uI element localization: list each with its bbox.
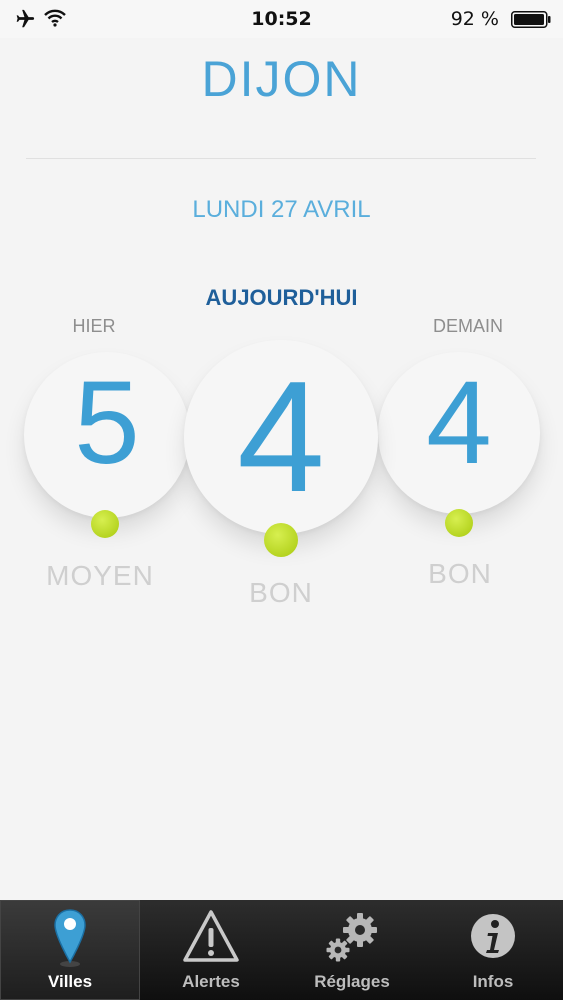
tab-infos[interactable]: Infos bbox=[423, 900, 563, 1000]
divider bbox=[26, 158, 536, 159]
tomorrow-index: 4 bbox=[426, 357, 492, 489]
tab-infos-label: Infos bbox=[472, 972, 514, 991]
tomorrow-label: DEMAIN bbox=[432, 316, 503, 336]
warning-icon bbox=[183, 910, 239, 962]
tomorrow-quality-dot bbox=[445, 509, 473, 537]
yesterday-index: 5 bbox=[74, 357, 140, 489]
tab-bar: Villes Alertes Réglages Infos bbox=[0, 900, 563, 1000]
tab-villes-label: Villes bbox=[47, 972, 93, 991]
tab-alertes[interactable]: Alertes bbox=[141, 900, 281, 1000]
battery-percent: 92 % bbox=[450, 8, 499, 30]
yesterday-label: HIER bbox=[72, 316, 116, 336]
yesterday-quality-dot bbox=[91, 510, 119, 538]
tomorrow-quality: BON bbox=[428, 558, 492, 589]
tab-reglages[interactable]: Réglages bbox=[282, 900, 422, 1000]
gear-icon bbox=[326, 913, 377, 962]
today-quality-dot bbox=[264, 523, 298, 557]
date-label: LUNDI 27 AVRIL bbox=[192, 196, 371, 223]
status-bar: 10:52 92 % bbox=[0, 0, 563, 38]
city-title: DIJON bbox=[201, 51, 362, 107]
today-label: AUJOURD'HUI bbox=[205, 285, 358, 310]
battery-icon bbox=[511, 11, 551, 28]
today-index: 4 bbox=[237, 349, 325, 525]
tab-alertes-label: Alertes bbox=[182, 972, 240, 991]
tab-villes[interactable]: Villes bbox=[0, 900, 140, 1000]
info-icon bbox=[471, 914, 515, 958]
yesterday-quality: MOYEN bbox=[46, 560, 154, 591]
today-quality: BON bbox=[249, 577, 313, 608]
map-pin-icon bbox=[54, 909, 86, 967]
tab-reglages-label: Réglages bbox=[314, 972, 390, 991]
